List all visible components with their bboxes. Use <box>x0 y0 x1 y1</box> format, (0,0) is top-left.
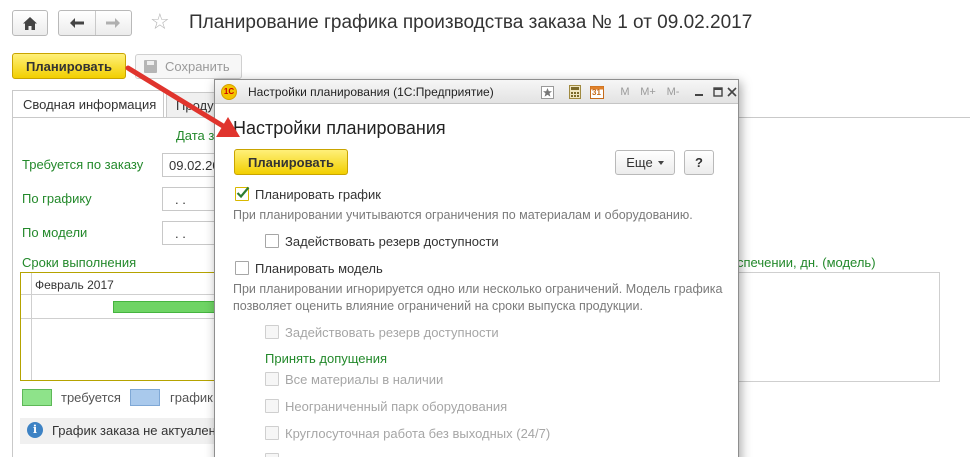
assumption-24-7-label: Круглосуточная работа без выходных (24/7… <box>285 426 551 441</box>
more-button[interactable]: Еще <box>615 150 675 175</box>
favorite-icon[interactable] <box>539 84 555 100</box>
plan-schedule-label[interactable]: Планировать график <box>255 187 381 202</box>
save-button-label: Сохранить <box>165 59 230 74</box>
by-schedule-field[interactable]: . . <box>162 187 222 211</box>
schedule-reserve-label[interactable]: Задействовать резерв доступности <box>285 234 499 249</box>
planning-settings-dialog: 1С Настройки планирования (1С:Предприяти… <box>214 79 739 457</box>
by-model-field[interactable]: . . <box>162 221 222 245</box>
by-model-label: По модели <box>22 225 88 240</box>
assumption-unlimited-equipment-label: Неограниченный парк оборудования <box>285 399 508 414</box>
dialog-titlebar: 1С Настройки планирования (1С:Предприяти… <box>215 80 738 104</box>
dialog-window-title: Настройки планирования (1С:Предприятие) <box>248 85 494 99</box>
chevron-down-icon <box>657 160 664 165</box>
plan-model-label[interactable]: Планировать модель <box>255 261 383 276</box>
model-reserve-checkbox[interactable] <box>265 325 279 339</box>
assumption-extra-checkbox[interactable] <box>265 453 279 457</box>
info-icon: i <box>27 422 43 438</box>
legend-swatch-schedule <box>130 389 160 406</box>
required-by-order-label: Требуется по заказу <box>22 157 144 172</box>
terms-label: Сроки выполнения <box>22 255 137 270</box>
plan-schedule-checkbox[interactable] <box>235 186 250 201</box>
calendar-icon[interactable]: 31 <box>589 84 605 100</box>
info-text: График заказа не актуален. <box>52 423 220 438</box>
dialog-plan-button[interactable]: Планировать <box>234 149 348 175</box>
floppy-icon <box>144 60 157 73</box>
calendar-day: 31 <box>592 88 601 97</box>
info-bar: i График заказа не актуален. <box>20 418 220 444</box>
home-button[interactable] <box>12 10 48 36</box>
dialog-heading: Настройки планирования <box>233 118 446 138</box>
date-column-header: Дата з <box>176 128 215 143</box>
by-schedule-label: По графику <box>22 191 92 206</box>
back-button[interactable] <box>59 11 95 35</box>
gantt-month-header: Февраль 2017 <box>21 273 219 295</box>
maximize-icon[interactable] <box>711 84 725 100</box>
help-button[interactable]: ? <box>684 150 714 175</box>
home-icon <box>23 16 37 30</box>
model-reserve-label: Задействовать резерв доступности <box>285 325 499 340</box>
calculator-icon[interactable] <box>567 84 583 100</box>
close-icon[interactable] <box>725 84 739 100</box>
legend-swatch-required <box>22 389 52 406</box>
model-chart-area <box>737 272 940 382</box>
schedule-reserve-checkbox[interactable] <box>265 234 279 248</box>
tab-summary[interactable]: Сводная информация <box>12 90 164 118</box>
gantt-chart[interactable]: Февраль 2017 <box>20 272 221 381</box>
form-title: Планирование графика производства заказа… <box>189 12 753 33</box>
legend-label-schedule: график <box>170 390 213 405</box>
checkmark-icon <box>236 186 250 199</box>
assumption-unlimited-equipment-checkbox[interactable] <box>265 399 279 413</box>
assumption-all-materials-checkbox[interactable] <box>265 372 279 386</box>
tab-summary-label: Сводная информация <box>23 97 157 112</box>
plan-model-hint: При планировании игнорируется одно или н… <box>233 282 723 313</box>
save-button[interactable]: Сохранить <box>135 54 242 79</box>
assumption-24-7-checkbox[interactable] <box>265 426 279 440</box>
app-logo-icon: 1С <box>221 84 237 100</box>
assumption-all-materials-label: Все материалы в наличии <box>285 372 444 387</box>
plan-button[interactable]: Планировать <box>12 53 126 79</box>
arrow-right-icon <box>106 18 121 28</box>
memory-m-button[interactable]: M <box>618 84 632 100</box>
navigation-group <box>58 10 132 36</box>
required-by-order-field[interactable]: 09.02.2017 <box>162 153 222 177</box>
favorite-star-icon[interactable]: ☆ <box>150 10 170 34</box>
plan-model-checkbox[interactable] <box>235 261 249 275</box>
gantt-row-line <box>21 318 219 319</box>
assumptions-label: Принять допущения <box>265 351 388 366</box>
forward-button[interactable] <box>94 11 132 35</box>
screen: ☆ Планирование графика производства зака… <box>0 0 970 457</box>
arrow-left-icon <box>69 18 84 28</box>
minimize-icon[interactable] <box>692 84 706 100</box>
gantt-required-bar <box>113 301 221 313</box>
right-column-label: спечении, дн. (модель) <box>737 255 876 270</box>
memory-minus-button[interactable]: M- <box>664 84 682 100</box>
more-button-label: Еще <box>626 155 653 170</box>
memory-plus-button[interactable]: M+ <box>638 84 658 100</box>
legend-label-required: требуется <box>61 390 121 405</box>
plan-schedule-hint: При планировании учитываются ограничения… <box>233 208 693 222</box>
